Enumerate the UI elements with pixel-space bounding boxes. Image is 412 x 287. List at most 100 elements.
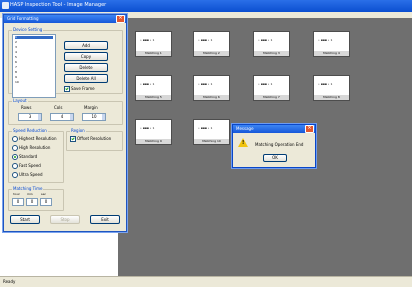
cols-label: Cols [54, 105, 63, 110]
status-text: Ready [3, 279, 16, 284]
spin-arrow-icon[interactable] [38, 114, 41, 120]
thumbnail[interactable]: • ▪▪▪ • 1 Matching 5 [135, 75, 172, 101]
thumbnail[interactable]: • ▪▪▪ • 1 Matching 2 [193, 31, 230, 57]
thumbnail-content: • ▪▪▪ • 1 [198, 82, 213, 86]
thumbnail-label: Matching 7 [254, 95, 289, 100]
message-dialog: Message × ! Matching Operation End OK [232, 124, 316, 168]
radio-label: High Resolution [19, 145, 51, 150]
dialog-titlebar: Message × [233, 125, 315, 133]
device-list[interactable]: 1 2 3 4 5 6 7 8 9 10 [12, 34, 56, 98]
thumbnail[interactable]: • ▪▪▪ • 1 Matching 9 [135, 119, 172, 145]
thumbnail-content: • ▪▪▪ • 1 [318, 38, 333, 42]
radio-fast-speed[interactable] [12, 163, 18, 169]
margin-stepper[interactable]: 10 [82, 113, 106, 121]
list-item[interactable]: 1 [15, 36, 53, 39]
panel-titlebar: Grid Formatting × [4, 15, 126, 23]
spin-arrow-icon[interactable] [102, 114, 105, 120]
save-frame-checkbox[interactable] [64, 86, 70, 92]
radio-high-resolution[interactable] [12, 145, 18, 151]
delete-button[interactable]: Delete [64, 63, 108, 72]
hour-label: hour [13, 192, 20, 196]
list-item[interactable]: 6 [15, 61, 17, 64]
start-button[interactable]: Start [10, 215, 40, 224]
copy-button[interactable]: Copy [64, 52, 108, 61]
thumbnail-label: Matching 4 [314, 51, 349, 56]
thumbnail-label: Matching 1 [136, 51, 171, 56]
radio-label: Ultra Speed [19, 172, 43, 177]
rows-label: Rows [21, 105, 32, 110]
radio-highest-resolution[interactable] [12, 136, 18, 142]
margin-value: 10 [91, 114, 97, 119]
close-icon[interactable]: × [116, 15, 125, 23]
list-item[interactable]: 9 [15, 76, 17, 79]
thumbnail[interactable]: • ▪▪▪ • 1 Matching 4 [313, 31, 350, 57]
device-setting-label: Device Setting [12, 27, 44, 32]
exclamation-icon: ! [242, 140, 245, 146]
stop-button[interactable]: Stop [50, 215, 80, 224]
thumbnail-label: Matching 9 [136, 139, 171, 144]
thumbnail-label: Matching 8 [314, 95, 349, 100]
radio-standard[interactable] [12, 154, 18, 160]
dialog-message: Matching Operation End [255, 142, 304, 147]
cols-value: 4 [60, 114, 64, 119]
thumbnail-content: • ▪▪▪ • 1 [198, 126, 213, 130]
add-button[interactable]: Add [64, 41, 108, 50]
offset-resolution-checkbox[interactable] [70, 136, 76, 142]
rows-value: 3 [28, 114, 32, 119]
thumbnail[interactable]: • ▪▪▪ • 1 Matching 6 [193, 75, 230, 101]
thumbnail[interactable]: • ▪▪▪ • 1 Matching 3 [253, 31, 290, 57]
list-item[interactable]: 5 [15, 56, 17, 59]
save-frame-label: Save Frame [71, 86, 95, 91]
radio-label: Fast Speed [19, 163, 41, 168]
thumbnail[interactable]: • ▪▪▪ • 1 Matching 1 [135, 31, 172, 57]
thumbnail[interactable]: • ▪▪▪ • 1 Matching 8 [313, 75, 350, 101]
thumbnail-label: Matching 6 [194, 95, 229, 100]
matching-time-label: Matching Time [12, 186, 44, 191]
sec-field: 0 [40, 198, 52, 206]
thumbnail-content: • ▪▪▪ • 1 [198, 38, 213, 42]
hour-field: 0 [12, 198, 24, 206]
list-item[interactable]: 2 [15, 41, 17, 44]
radio-label: Standard [19, 154, 38, 159]
thumbnail-label: Matching 5 [136, 95, 171, 100]
thumbnail-content: • ▪▪▪ • 1 [318, 82, 333, 86]
thumbnail-label: Matching 2 [194, 51, 229, 56]
window-title: HASP Inspection Tool - Image Manager [10, 2, 107, 8]
list-item[interactable]: 7 [15, 66, 17, 69]
grid-formatting-panel: Grid Formatting × Device Setting 1 2 3 4… [3, 14, 127, 232]
thumbnail-label: Matching 3 [254, 51, 289, 56]
list-item[interactable]: 8 [15, 71, 17, 74]
ok-button[interactable]: OK [263, 154, 287, 162]
thumbnail-content: • ▪▪▪ • 1 [140, 82, 155, 86]
delete-all-button[interactable]: Delete All [64, 74, 108, 83]
thumbnail[interactable]: • ▪▪▪ • 1 Matching 10 [193, 119, 230, 145]
min-field: 0 [26, 198, 38, 206]
window-titlebar: HASP Inspection Tool - Image Manager [0, 0, 412, 12]
offset-resolution-label: Offset Resolution [77, 136, 112, 141]
thumbnail-content: • ▪▪▪ • 1 [140, 126, 155, 130]
dialog-title: Message [236, 126, 254, 131]
margin-label: Margin [84, 105, 98, 110]
app-icon [2, 2, 9, 9]
radio-label: Highest Resolution [19, 136, 57, 141]
thumbnail-content: • ▪▪▪ • 1 [258, 82, 273, 86]
cols-stepper[interactable]: 4 [50, 113, 74, 121]
rows-stepper[interactable]: 3 [18, 113, 42, 121]
status-bar: Ready [0, 276, 412, 287]
thumbnail-label: Matching 10 [194, 139, 229, 144]
radio-ultra-speed[interactable] [12, 172, 18, 178]
list-item[interactable]: 3 [15, 46, 17, 49]
panel-title: Grid Formatting [7, 16, 39, 21]
spin-arrow-icon[interactable] [70, 114, 73, 120]
thumbnail[interactable]: • ▪▪▪ • 1 Matching 7 [253, 75, 290, 101]
region-label: Region [70, 128, 86, 133]
exit-button[interactable]: Exit [90, 215, 120, 224]
sec-label: sec [41, 192, 47, 196]
speed-reduction-label: Speed Reduction [12, 128, 48, 133]
layout-label: Layout [12, 98, 28, 103]
list-item[interactable]: 4 [15, 51, 17, 54]
thumbnail-content: • ▪▪▪ • 1 [140, 38, 155, 42]
close-icon[interactable]: × [305, 125, 314, 133]
list-item[interactable]: 10 [15, 81, 19, 84]
thumbnail-content: • ▪▪▪ • 1 [258, 38, 273, 42]
